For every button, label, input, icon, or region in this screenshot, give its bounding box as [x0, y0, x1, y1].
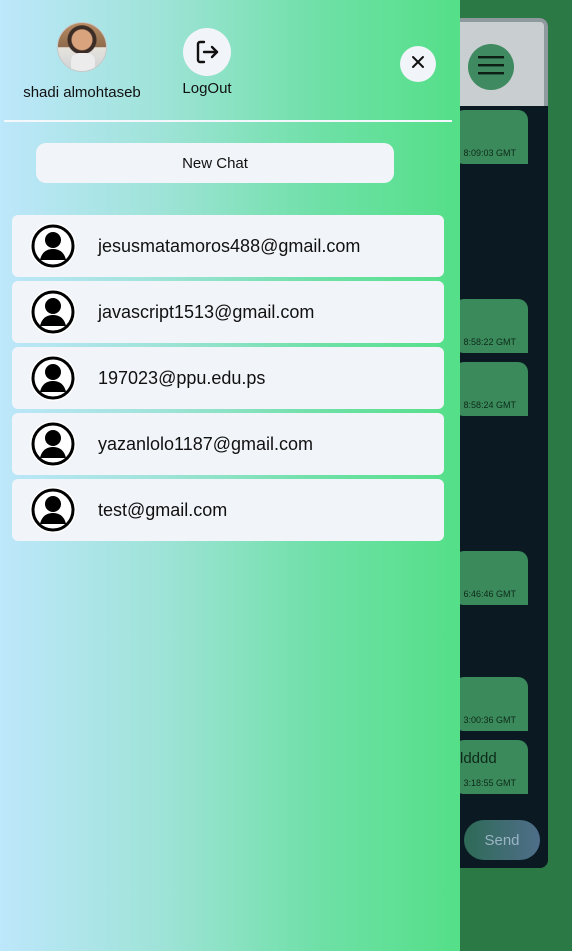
- message-bubble: ldddd 3:18:55 GMT: [454, 740, 528, 794]
- message-bubble: 8:58:22 GMT: [454, 299, 528, 353]
- contact-item[interactable]: javascript1513@gmail.com: [12, 281, 444, 343]
- contact-email: test@gmail.com: [98, 499, 228, 520]
- drawer-header: shadi almohtaseb LogOut: [0, 0, 460, 122]
- contact-email: 197023@ppu.edu.ps: [98, 367, 266, 388]
- user-profile[interactable]: shadi almohtaseb: [20, 22, 144, 101]
- hamburger-menu-icon: [478, 54, 504, 81]
- user-circle-icon: [30, 421, 76, 467]
- logout-label: LogOut: [182, 80, 232, 97]
- contact-item[interactable]: 197023@ppu.edu.ps: [12, 347, 444, 409]
- message-time: 8:09:03 GMT: [463, 148, 516, 158]
- contact-email: yazanlolo1187@gmail.com: [98, 433, 314, 454]
- sidebar-drawer: shadi almohtaseb LogOut New Chat jesusma…: [0, 0, 460, 951]
- logout-button[interactable]: LogOut: [178, 28, 236, 97]
- contact-item[interactable]: test@gmail.com: [12, 479, 444, 541]
- message-time: 8:58:24 GMT: [463, 400, 516, 410]
- message-bubble: 6:46:46 GMT: [454, 551, 528, 605]
- message-bubble: 8:09:03 GMT: [454, 110, 528, 164]
- message-bubble: 3:00:36 GMT: [454, 677, 528, 731]
- send-button[interactable]: Send: [464, 820, 540, 860]
- close-icon: [411, 55, 425, 74]
- contact-item[interactable]: yazanlolo1187@gmail.com: [12, 413, 444, 475]
- message-time: 3:18:55 GMT: [463, 778, 516, 788]
- contact-list: jesusmatamoros488@gmail.com javascript15…: [12, 215, 444, 545]
- user-circle-icon: [30, 289, 76, 335]
- new-chat-button[interactable]: New Chat: [36, 143, 394, 183]
- message-bubble: 8:58:24 GMT: [454, 362, 528, 416]
- message-time: 6:46:46 GMT: [463, 589, 516, 599]
- user-circle-icon: [30, 487, 76, 533]
- user-circle-icon: [30, 223, 76, 269]
- contact-email: javascript1513@gmail.com: [98, 301, 315, 322]
- menu-button[interactable]: [468, 44, 514, 90]
- message-time: 3:00:36 GMT: [463, 715, 516, 725]
- user-name: shadi almohtaseb: [23, 84, 141, 101]
- drawer-divider: [4, 120, 452, 122]
- message-text: ldddd: [460, 750, 497, 767]
- logout-icon: [183, 28, 231, 76]
- contact-email: jesusmatamoros488@gmail.com: [98, 235, 361, 256]
- close-button[interactable]: [400, 46, 436, 82]
- message-time: 8:58:22 GMT: [463, 337, 516, 347]
- user-avatar: [57, 22, 107, 72]
- contact-item[interactable]: jesusmatamoros488@gmail.com: [12, 215, 444, 277]
- user-circle-icon: [30, 355, 76, 401]
